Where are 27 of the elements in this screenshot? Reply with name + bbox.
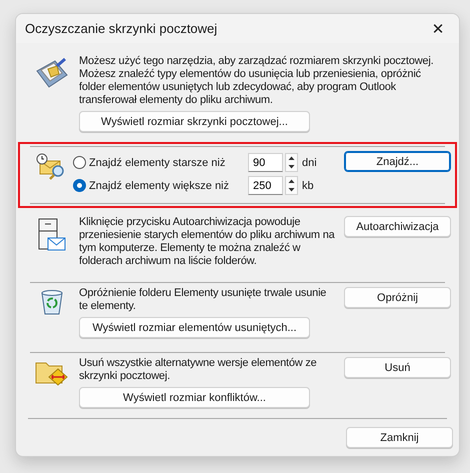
description-text: Kliknięcie przycisku Autoarchiwizacja powoduje przeniesienie starych elementów do pliku archiwum na tym komputerze. Elementy te można znaleźć w folderach archiwum na liście folderów. <box>79 216 336 268</box>
radio-option[interactable]: Znajdź elementy starsze niż <box>73 156 246 169</box>
view-size-button[interactable]: Wyświetl rozmiar elementów usuniętych... <box>79 317 310 338</box>
unit-label: dni <box>302 156 317 168</box>
radio-option[interactable]: Znajdź elementy większe niż <box>73 179 246 192</box>
mailbox-cleanup-icon <box>34 57 68 89</box>
close-button[interactable]: ✕ <box>423 16 453 42</box>
radio-button[interactable] <box>73 179 86 192</box>
radio-button[interactable] <box>73 156 86 169</box>
number-field[interactable]: 250 <box>248 176 283 195</box>
view-size-button[interactable]: Wyświetl rozmiar skrzynki pocztowej... <box>79 111 310 132</box>
cabinet-envelope-icon <box>38 218 66 252</box>
description-text: Usuń wszystkie alternatywne wersje elementów ze skrzynki pocztowej. <box>79 357 318 383</box>
spinner-icon[interactable] <box>285 176 298 195</box>
action-button[interactable]: Usuń <box>344 357 451 378</box>
close-dialog-button[interactable]: Zamknij <box>346 427 453 448</box>
description-text: Możesz użyć tego narzędzia, aby zarządzać rozmiarem skrzynki pocztowej. Możesz znaleźć typy elementów do usunięcia lub przeniesienia, opróżnić folder elementów usuniętych lub zdecydować, aby program Outlook transferował elementy do pliku archiwum. <box>79 55 434 107</box>
recycle-bin-icon <box>40 289 64 315</box>
description-text: Opróżnienie folderu Elementy usunięte trwale usunie te elementy. <box>79 287 328 313</box>
action-button[interactable]: Opróżnij <box>344 287 451 308</box>
unit-label: kb <box>302 180 314 192</box>
spinner-icon[interactable] <box>285 153 298 172</box>
window-title: Oczyszczanie skrzynki pocztowej <box>25 21 218 36</box>
action-button[interactable]: Autoarchiwizacja <box>344 216 451 237</box>
action-button[interactable]: Znajdź... <box>344 151 451 172</box>
view-size-button[interactable]: Wyświetl rozmiar konfliktów... <box>79 387 310 408</box>
number-field[interactable]: 90 <box>248 153 283 172</box>
